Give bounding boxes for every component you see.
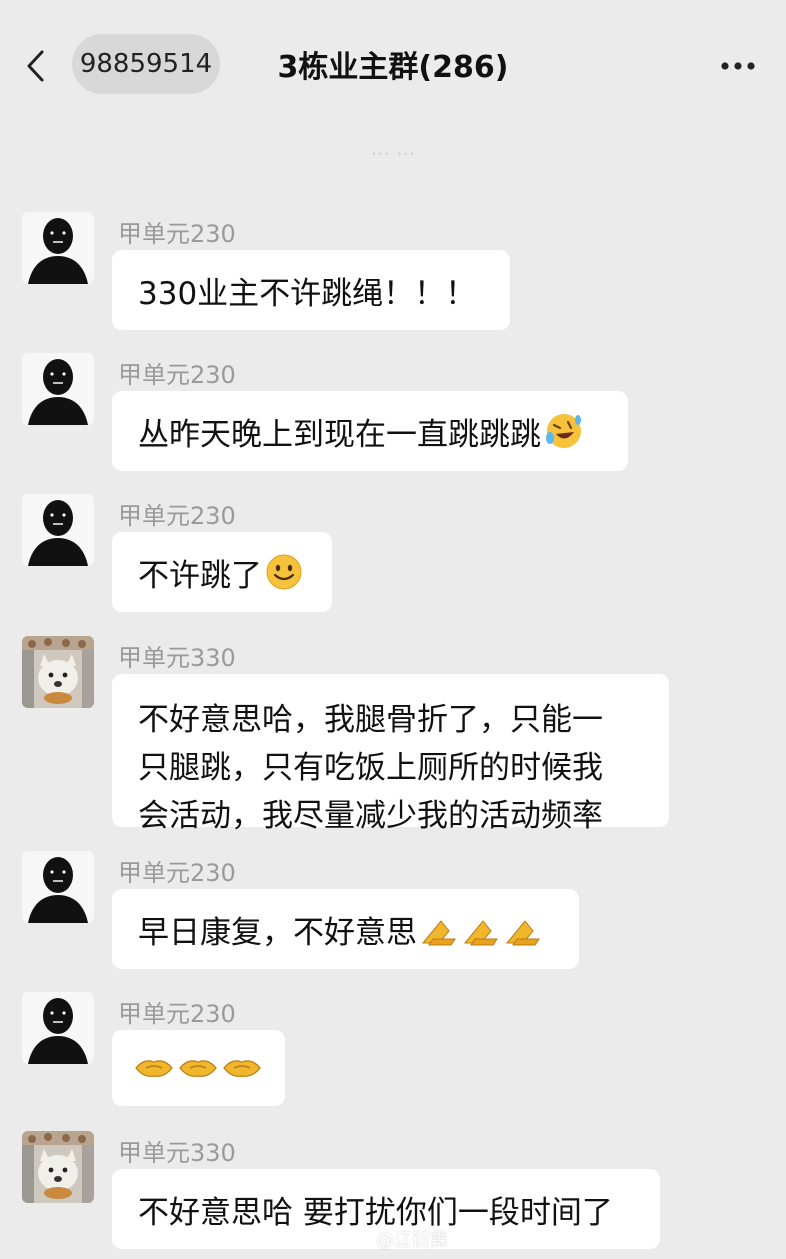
person-silhouette-icon	[28, 998, 88, 1064]
silhouette-avatar[interactable]	[22, 353, 94, 425]
message-text-line: 不好意思哈，我腿骨折了，只能一	[138, 702, 603, 738]
silhouette-avatar[interactable]	[22, 212, 94, 284]
message-text-line: 只腿跳，只有吃饭上厕所的时候我	[138, 750, 603, 786]
back-button[interactable]	[18, 42, 54, 90]
sender-name: 甲单元330	[118, 1139, 236, 1167]
chat-header: 98859514 3栋业主群(286)	[0, 0, 786, 128]
message-bubble[interactable]: 330业主不许跳绳！！！	[112, 250, 510, 330]
message-bubble[interactable]: 不好意思哈，我腿骨折了，只能一 只腿跳，只有吃饭上厕所的时候我 会活动，我尽量减…	[112, 674, 669, 834]
message-text: 早日康复，不好意思	[138, 914, 417, 951]
rolling-laughing-emoji	[546, 414, 581, 448]
person-silhouette-icon	[28, 218, 88, 284]
sender-name: 甲单元230	[118, 502, 236, 530]
sender-name: 甲单元230	[118, 859, 236, 887]
person-silhouette-icon	[28, 500, 88, 566]
chevron-left-icon	[27, 50, 44, 82]
silhouette-avatar[interactable]	[22, 494, 94, 566]
message-bubble[interactable]	[112, 1030, 285, 1106]
message-text: 丛昨天晚上到现在一直跳跳跳	[138, 416, 541, 453]
silhouette-avatar[interactable]	[22, 992, 94, 1064]
more-options-button[interactable]	[706, 42, 770, 90]
watermark-text: @江衍霖	[376, 1230, 448, 1251]
person-silhouette-icon	[28, 359, 88, 425]
unread-count-badge[interactable]: 98859514	[72, 34, 220, 94]
chat-title[interactable]: 3栋业主群(286)	[230, 36, 556, 92]
smiling-emoji	[266, 554, 302, 590]
ellipsis-icon	[721, 62, 755, 70]
message-text: 330业主不许跳绳！！！	[138, 275, 477, 312]
handshake-icon	[135, 1060, 261, 1077]
sender-name: 甲单元230	[118, 361, 236, 389]
dog-photo-image	[22, 636, 94, 708]
sender-name: 甲单元230	[118, 1000, 236, 1028]
timestamp-label: ··· ···	[370, 142, 416, 166]
silhouette-avatar[interactable]	[22, 851, 94, 923]
folded-hands-icon	[421, 920, 540, 946]
message-text-line: 会活动，我尽量减少我的活动频率	[138, 798, 603, 834]
dog-photo-avatar[interactable]	[22, 636, 94, 708]
message-text: 不许跳了	[138, 557, 262, 594]
dog-photo-image	[22, 1131, 94, 1203]
sender-name: 甲单元230	[118, 220, 236, 248]
message-text: 不好意思哈 要打扰你们一段时间了	[138, 1194, 613, 1231]
message-bubble[interactable]: 早日康复，不好意思	[112, 889, 579, 969]
dog-photo-avatar[interactable]	[22, 1131, 94, 1203]
message-bubble[interactable]: 丛昨天晚上到现在一直跳跳跳	[112, 391, 628, 471]
message-bubble[interactable]: 不许跳了	[112, 532, 332, 612]
person-silhouette-icon	[28, 857, 88, 923]
sender-name: 甲单元330	[118, 644, 236, 672]
